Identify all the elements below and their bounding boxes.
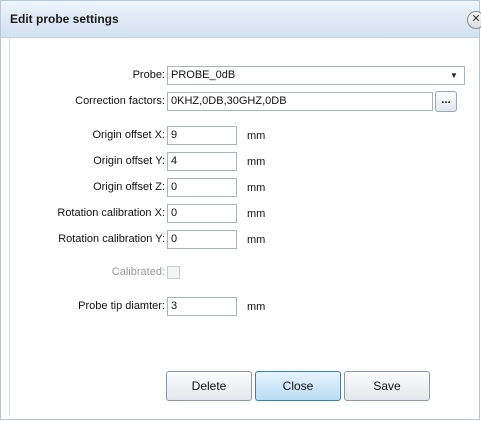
save-button[interactable]: Save xyxy=(344,371,430,401)
delete-button[interactable]: Delete xyxy=(166,371,252,401)
origin-offset-z-unit: mm xyxy=(247,182,266,194)
origin-offset-z-label: Origin offset Z: xyxy=(93,181,165,193)
close-button[interactable]: Close xyxy=(255,371,341,401)
rotation-calibration-y-input[interactable]: 0 xyxy=(167,230,237,249)
probe-select[interactable]: PROBE_0dB ▼ xyxy=(167,66,465,85)
probe-label: Probe: xyxy=(132,69,165,81)
rotation-calibration-x-label: Rotation calibration X: xyxy=(57,207,165,219)
close-icon[interactable]: ✕ xyxy=(467,11,481,29)
probe-tip-diameter-unit: mm xyxy=(247,301,266,313)
correction-factors-browse-button[interactable]: ... xyxy=(435,91,457,112)
origin-offset-z-input[interactable]: 0 xyxy=(167,178,237,197)
rotation-calibration-y-label: Rotation calibration Y: xyxy=(58,233,165,245)
origin-offset-y-input[interactable]: 4 xyxy=(167,152,237,171)
title-bar: Edit probe settings ✕ xyxy=(1,1,481,38)
origin-offset-x-label: Origin offset X: xyxy=(92,129,165,141)
chevron-down-icon: ▼ xyxy=(450,71,458,80)
origin-offset-y-unit: mm xyxy=(247,156,266,168)
probe-tip-diameter-label: Probe tip diamter: xyxy=(78,300,165,312)
origin-offset-y-label: Origin offset Y: xyxy=(93,155,165,167)
probe-value: PROBE_0dB xyxy=(171,69,236,81)
correction-factors-value: 0KHZ,0DB,30GHZ,0DB xyxy=(171,95,287,107)
rotation-calibration-y-unit: mm xyxy=(247,234,266,246)
dialog-title: Edit probe settings xyxy=(10,12,119,26)
dialog-body: Probe: PROBE_0dB ▼ Correction factors: 0… xyxy=(9,37,476,416)
origin-offset-x-input[interactable]: 9 xyxy=(167,126,237,145)
calibrated-label: Calibrated: xyxy=(111,266,165,278)
correction-factors-field[interactable]: 0KHZ,0DB,30GHZ,0DB xyxy=(167,92,433,111)
rotation-calibration-x-input[interactable]: 0 xyxy=(167,204,237,223)
rotation-calibration-x-unit: mm xyxy=(247,208,266,220)
correction-factors-label: Correction factors: xyxy=(75,95,165,107)
calibrated-checkbox[interactable] xyxy=(167,266,180,279)
edit-probe-dialog: Edit probe settings ✕ Probe: PROBE_0dB ▼… xyxy=(0,0,481,420)
origin-offset-x-unit: mm xyxy=(247,130,266,142)
probe-tip-diameter-input[interactable]: 3 xyxy=(167,297,237,316)
